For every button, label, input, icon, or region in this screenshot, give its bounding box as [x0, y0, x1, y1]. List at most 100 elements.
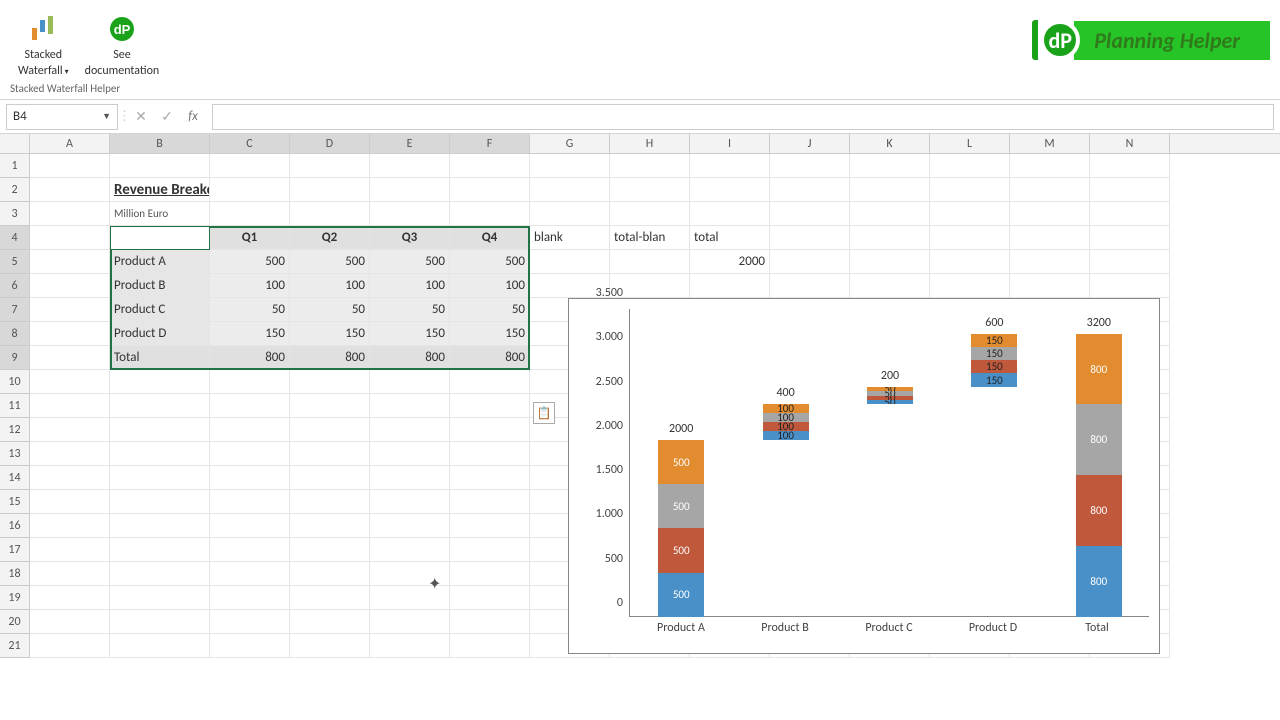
cell[interactable] [930, 154, 1010, 178]
cell[interactable] [850, 202, 930, 226]
cell[interactable] [210, 610, 290, 634]
table-row-label[interactable]: Product D [110, 322, 210, 346]
cell[interactable] [290, 490, 370, 514]
cell[interactable] [210, 562, 290, 586]
cell[interactable] [690, 202, 770, 226]
table-header[interactable]: Q2 [290, 226, 370, 250]
cell[interactable] [290, 370, 370, 394]
row-header[interactable]: 4 [0, 226, 30, 250]
cell[interactable] [290, 586, 370, 610]
cell[interactable] [290, 442, 370, 466]
table-row-label[interactable]: Product C [110, 298, 210, 322]
row-header[interactable]: 16 [0, 514, 30, 538]
cell[interactable] [30, 490, 110, 514]
cell[interactable] [290, 514, 370, 538]
cell[interactable] [30, 394, 110, 418]
cell[interactable] [30, 418, 110, 442]
row-header[interactable]: 19 [0, 586, 30, 610]
cell[interactable] [210, 514, 290, 538]
cell[interactable] [1010, 226, 1090, 250]
stacked-waterfall-button[interactable]: Stacked Waterfall▾ [10, 8, 77, 83]
column-header[interactable]: N [1090, 134, 1170, 153]
cell[interactable] [110, 610, 210, 634]
cell[interactable] [290, 466, 370, 490]
cell[interactable] [770, 250, 850, 274]
cell[interactable] [450, 634, 530, 658]
cell[interactable] [210, 634, 290, 658]
table-cell[interactable]: 50 [450, 298, 530, 322]
cell[interactable] [370, 370, 450, 394]
table-row-label[interactable]: Total [110, 346, 210, 370]
cell[interactable] [450, 394, 530, 418]
cell[interactable] [450, 466, 530, 490]
cell[interactable] [370, 514, 450, 538]
table-cell[interactable]: 500 [450, 250, 530, 274]
table-cell[interactable]: 50 [210, 298, 290, 322]
cell[interactable] [690, 274, 770, 298]
cell[interactable] [450, 370, 530, 394]
cell[interactable] [610, 154, 690, 178]
cell[interactable] [370, 442, 450, 466]
row-header[interactable]: 2 [0, 178, 30, 202]
cell[interactable] [1010, 202, 1090, 226]
accept-formula-button[interactable]: ✓ [154, 104, 180, 130]
cell[interactable] [370, 418, 450, 442]
row-header[interactable]: 10 [0, 370, 30, 394]
cancel-formula-button[interactable]: ✕ [128, 104, 154, 130]
table-row-label[interactable]: Product B [110, 274, 210, 298]
cell[interactable] [1090, 274, 1170, 298]
table-subtitle[interactable]: Million Euro [110, 202, 210, 226]
table-cell[interactable]: 100 [450, 274, 530, 298]
cell[interactable] [1090, 226, 1170, 250]
cell[interactable] [610, 202, 690, 226]
paste-options-button[interactable]: 📋 [533, 402, 555, 424]
row-header[interactable]: 14 [0, 466, 30, 490]
cell[interactable] [210, 586, 290, 610]
cell[interactable] [110, 586, 210, 610]
table-cell[interactable]: 800 [450, 346, 530, 370]
stacked-waterfall-chart[interactable]: 05001.0001.5002.0002.5003.0003.500 50050… [568, 298, 1160, 654]
row-header[interactable]: 1 [0, 154, 30, 178]
cell[interactable] [850, 226, 930, 250]
cell[interactable] [370, 466, 450, 490]
cell[interactable] [450, 538, 530, 562]
cell[interactable] [110, 466, 210, 490]
cell[interactable] [110, 490, 210, 514]
cell[interactable] [30, 514, 110, 538]
column-header[interactable]: H [610, 134, 690, 153]
table-cell[interactable]: 100 [370, 274, 450, 298]
cell[interactable] [30, 562, 110, 586]
cell[interactable] [850, 274, 930, 298]
cell[interactable] [450, 442, 530, 466]
cell[interactable] [530, 154, 610, 178]
cell[interactable] [450, 610, 530, 634]
cell[interactable] [30, 202, 110, 226]
cell[interactable] [290, 538, 370, 562]
cell[interactable] [770, 226, 850, 250]
cell[interactable] [210, 538, 290, 562]
table-cell[interactable]: 800 [210, 346, 290, 370]
cell[interactable] [850, 178, 930, 202]
cell[interactable] [930, 202, 1010, 226]
table-cell[interactable]: 100 [290, 274, 370, 298]
table-header[interactable] [110, 226, 210, 250]
cell[interactable] [530, 250, 610, 274]
column-header[interactable]: A [30, 134, 110, 153]
cell[interactable] [110, 562, 210, 586]
row-header[interactable]: 15 [0, 490, 30, 514]
cell[interactable] [210, 394, 290, 418]
cell[interactable] [450, 178, 530, 202]
cell[interactable] [1090, 178, 1170, 202]
cell[interactable] [30, 178, 110, 202]
cell[interactable] [370, 634, 450, 658]
cell[interactable] [1010, 178, 1090, 202]
spreadsheet-grid[interactable]: ABCDEFGHIJKLMN 12Revenue Breakdown3Milli… [0, 134, 1280, 658]
table-cell[interactable]: 100 [210, 274, 290, 298]
cell[interactable]: total [690, 226, 770, 250]
table-cell[interactable]: 50 [370, 298, 450, 322]
table-cell[interactable]: 150 [210, 322, 290, 346]
cell[interactable] [30, 154, 110, 178]
cell[interactable] [110, 418, 210, 442]
cell[interactable] [290, 394, 370, 418]
cell[interactable] [290, 634, 370, 658]
